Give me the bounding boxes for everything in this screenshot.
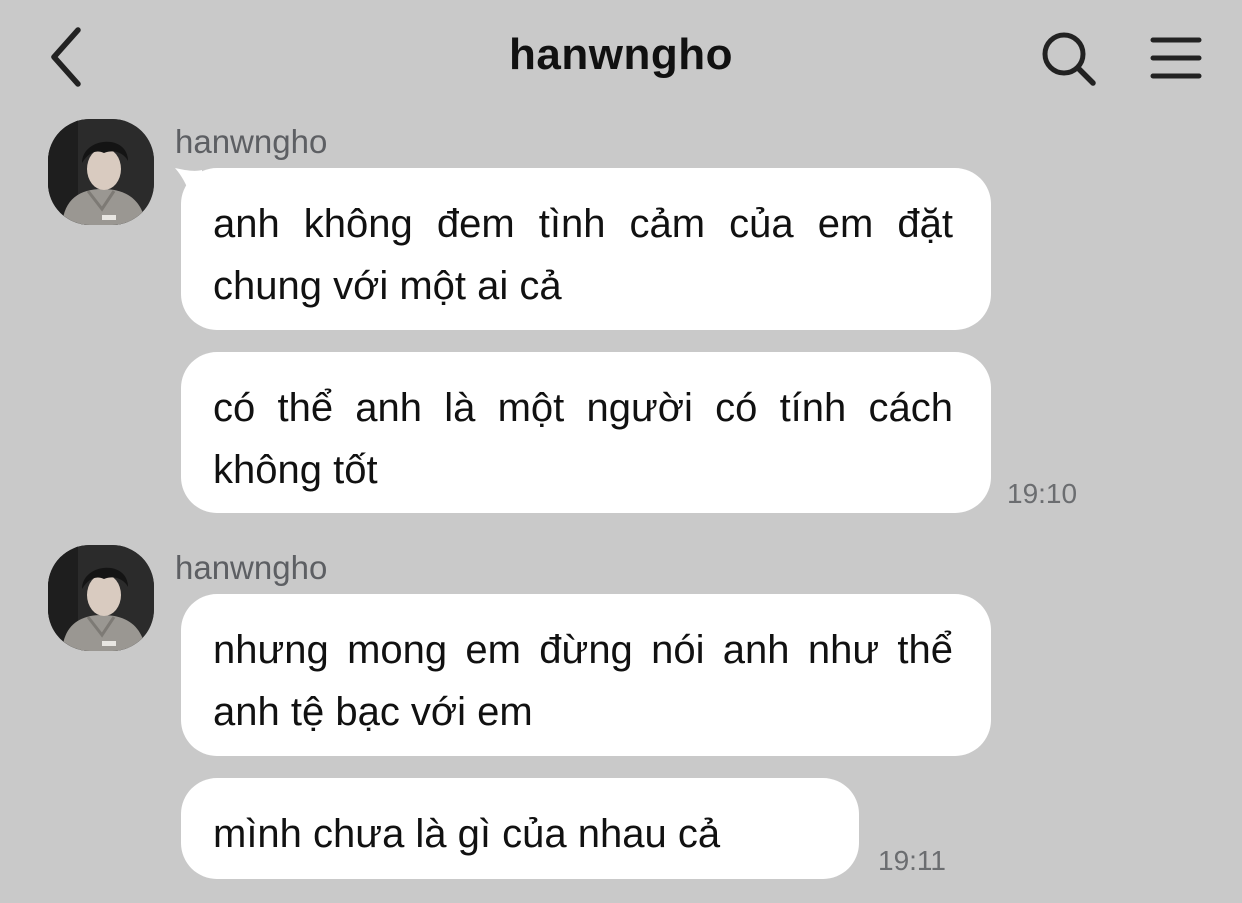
sender-avatar[interactable] (48, 119, 154, 225)
message-text: có thể anh là một người có tính cách khô… (213, 386, 953, 492)
message-bubble[interactable]: có thể anh là một người có tính cách khô… (181, 352, 991, 513)
message-timestamp: 19:11 (878, 845, 946, 876)
search-button[interactable] (1036, 28, 1102, 90)
sender-name: hanwngho (175, 123, 328, 160)
sender-avatar[interactable] (48, 545, 154, 651)
hamburger-menu-icon (1150, 37, 1202, 79)
avatar-photo (48, 119, 154, 225)
message-text: nhưng mong em đừng nói anh như thể anh t… (213, 628, 953, 734)
sender-name: hanwngho (175, 549, 328, 586)
search-icon (1042, 32, 1096, 86)
message-bubble[interactable]: mình chưa là gì của nhau cả (181, 778, 859, 879)
message-timestamp: 19:10 (1007, 478, 1078, 509)
message-bubble[interactable]: anh không đem tình cảm của em đặt chung … (181, 168, 991, 330)
menu-button[interactable] (1146, 30, 1206, 86)
message-text: anh không đem tình cảm của em đặt chung … (213, 202, 953, 308)
message-bubble[interactable]: nhưng mong em đừng nói anh như thể anh t… (181, 594, 991, 756)
avatar-photo (48, 545, 154, 651)
message-text: mình chưa là gì của nhau cả (213, 812, 721, 856)
chat-header: hanwngho (0, 0, 1242, 115)
